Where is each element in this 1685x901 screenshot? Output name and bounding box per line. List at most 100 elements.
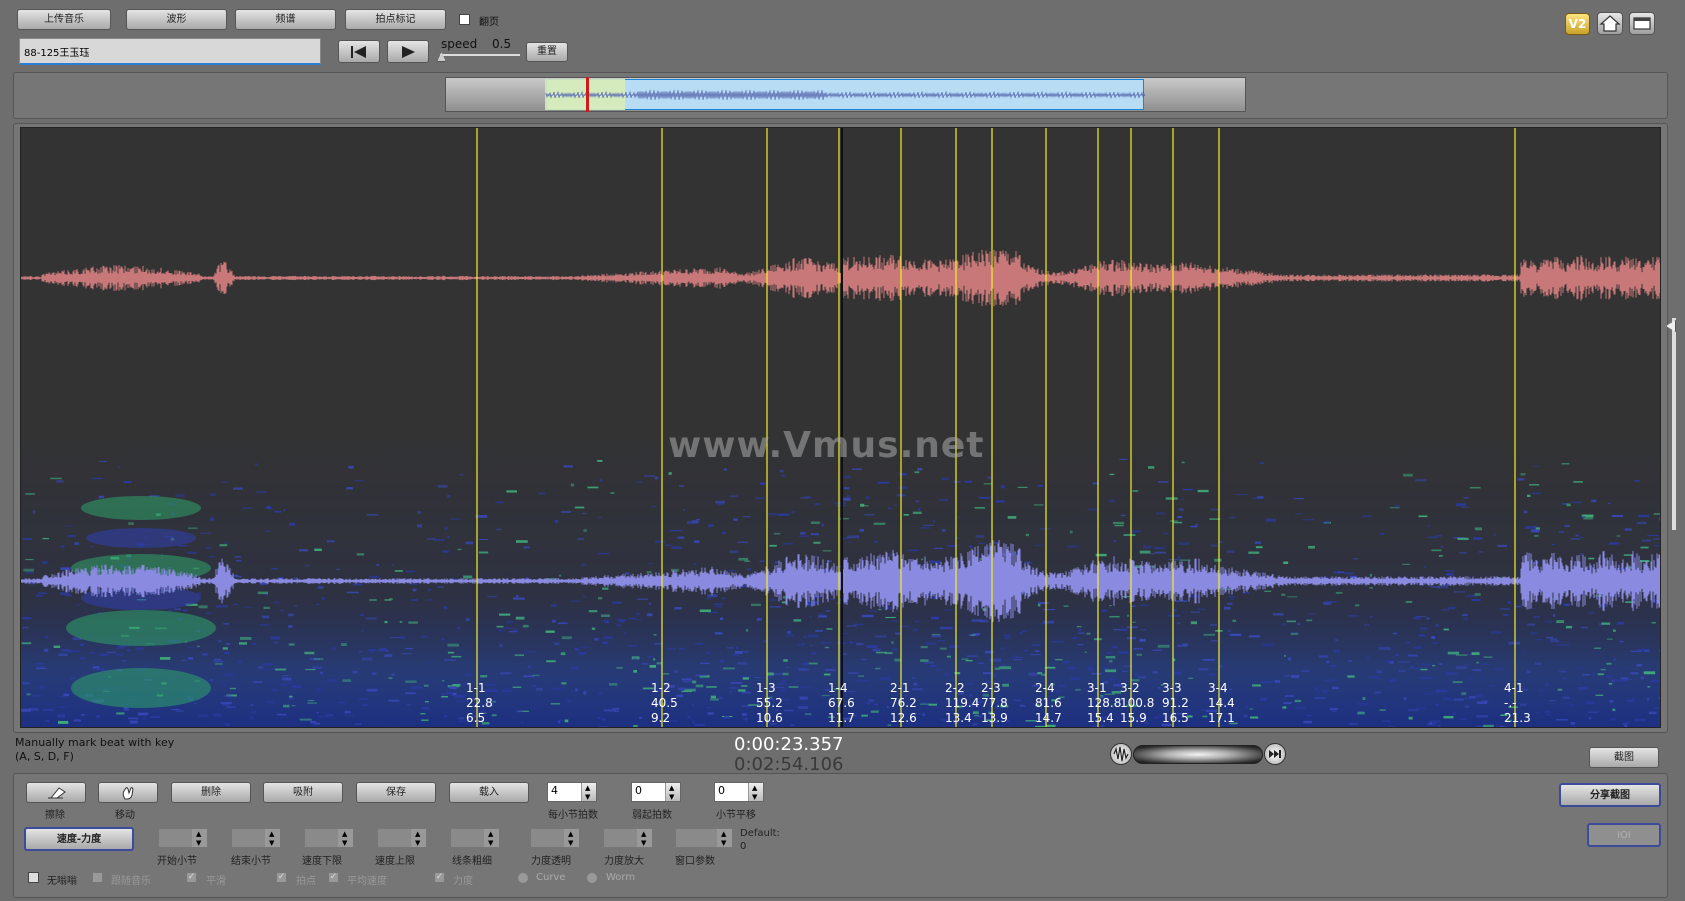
- pickup-beats-value: 0: [635, 784, 642, 797]
- beat-time: 6.5: [466, 711, 486, 725]
- page-turn-checkbox[interactable]: [459, 14, 470, 25]
- beat-marker-label: 3-3 91.2 16.5: [1162, 681, 1189, 726]
- save-button[interactable]: 保存: [356, 782, 436, 803]
- beat-tempo: 100.8: [1120, 696, 1155, 710]
- no-buzz-label: 无嗡嗡: [47, 876, 77, 887]
- beat-tempo: 40.5: [651, 696, 678, 710]
- overview-playhead[interactable]: [585, 77, 589, 112]
- beat-tempo: 119.4: [945, 696, 980, 710]
- beat-time: 15.9: [1120, 711, 1147, 725]
- dynamics-label: 力度: [453, 876, 473, 887]
- start-bar-label: 开始小节: [157, 856, 197, 867]
- version-badge[interactable]: V2: [1565, 13, 1590, 35]
- beat-marker-label: 1-4 67.6 11.7: [828, 681, 855, 726]
- beat-marker-label: 1-3 55.2 10.6: [756, 681, 783, 726]
- snap-button[interactable]: 吸附: [263, 782, 343, 803]
- window-param-label: 窗口参数: [675, 856, 715, 867]
- avg-tempo-label: 平均速度: [347, 876, 387, 887]
- dynamics-scale-stepper: ▲ ▼: [603, 828, 653, 848]
- speed-label: speed: [441, 37, 478, 51]
- tempo-dynamics-button[interactable]: 速度-力度: [24, 827, 134, 851]
- waveform-zoom-icon[interactable]: [1110, 743, 1132, 765]
- hint-line-1: Manually mark beat with key: [15, 736, 175, 749]
- beats-per-bar-value: 4: [551, 784, 558, 797]
- delete-button[interactable]: 删除: [171, 782, 251, 803]
- no-buzz-checkbox[interactable]: [28, 872, 39, 883]
- beat-time: 17.1: [1208, 711, 1235, 725]
- beat-label: 2-4: [1035, 681, 1055, 695]
- beat-tempo: 67.6: [828, 696, 855, 710]
- beat-label: 3-1: [1087, 681, 1107, 695]
- spectrum-button[interactable]: 频谱: [235, 9, 336, 30]
- beat-marker-label: 3-2 100.8 15.9: [1120, 681, 1154, 726]
- beats-per-bar-stepper[interactable]: 4 ▲ ▼: [547, 782, 597, 802]
- move-label: 移动: [115, 810, 135, 821]
- beat-label: 3-2: [1120, 681, 1140, 695]
- bar-offset-stepper[interactable]: 0 ▲ ▼: [714, 782, 764, 802]
- play-icon: [402, 46, 415, 58]
- beat-label: 3-4: [1208, 681, 1228, 695]
- bar-offset-label: 小节平移: [716, 810, 756, 821]
- fast-forward-icon[interactable]: [1264, 743, 1286, 765]
- beat-marker-label: 3-4 14.4 17.1: [1208, 681, 1235, 726]
- dynamics-opacity-stepper: ▲ ▼: [530, 828, 580, 848]
- erase-button[interactable]: [26, 782, 86, 803]
- share-screenshot-button[interactable]: 分享截图: [1559, 783, 1661, 807]
- disabled-action-button: IOI: [1587, 823, 1661, 847]
- waveform-button[interactable]: 波形: [126, 9, 227, 30]
- current-time: 0:00:23.357: [734, 734, 844, 755]
- erase-label: 擦除: [45, 810, 65, 821]
- load-button[interactable]: 载入: [449, 782, 529, 803]
- default-value: 0: [740, 841, 747, 852]
- worm-label: Worm: [606, 872, 636, 883]
- window-button[interactable]: [1629, 12, 1655, 35]
- beat-time: 13.9: [981, 711, 1008, 725]
- screenshot-button[interactable]: 截图: [1589, 747, 1659, 768]
- vertical-scrollbar[interactable]: [1672, 318, 1676, 530]
- beat-tempo: 91.2: [1162, 696, 1189, 710]
- jog-slider[interactable]: [1133, 745, 1263, 764]
- curve-radio: [517, 872, 529, 884]
- total-time: 0:02:54.106: [734, 754, 844, 775]
- speed-slider-track[interactable]: [440, 54, 520, 56]
- beat-time: 14.7: [1035, 711, 1062, 725]
- beat-tempo: 55.2: [756, 696, 783, 710]
- beat-tempo: -.-: [1504, 696, 1517, 710]
- beat-time: 16.5: [1162, 711, 1189, 725]
- line-width-label: 线条粗细: [452, 856, 492, 867]
- start-bar-stepper: ▲ ▼: [158, 828, 208, 848]
- beat-time: 21.3: [1504, 711, 1531, 725]
- beat-point-label: 拍点: [296, 876, 316, 887]
- end-bar-stepper: ▲ ▼: [231, 828, 281, 848]
- follow-music-label: 跟随音乐: [111, 876, 151, 887]
- home-button[interactable]: [1597, 12, 1623, 35]
- dynamics-checkbox: ✓: [434, 872, 445, 883]
- upload-music-button[interactable]: 上传音乐: [17, 9, 111, 30]
- play-button[interactable]: [387, 40, 429, 63]
- beat-marker-label: 2-4 81.6 14.7: [1035, 681, 1062, 726]
- beat-tempo: 77.8: [981, 696, 1008, 710]
- track-name-field[interactable]: 88-125王玉珏: [19, 38, 321, 65]
- beat-marker-label: 2-3 77.8 13.9: [981, 681, 1008, 726]
- speed-value: 0.5: [492, 37, 512, 51]
- pickup-beats-stepper[interactable]: 0 ▲ ▼: [631, 782, 681, 802]
- overview-track[interactable]: [445, 77, 1246, 112]
- beat-mark-button[interactable]: 拍点标记: [345, 9, 446, 30]
- beat-marker-label: 1-2 40.5 9.2: [651, 681, 678, 726]
- follow-music-checkbox: [92, 872, 103, 883]
- dynamics-opacity-label: 力度透明: [531, 856, 571, 867]
- smooth-label: 平滑: [206, 876, 226, 887]
- beat-tempo: 76.2: [890, 696, 917, 710]
- beat-marker-label: 4-1 -.- 21.3: [1504, 681, 1531, 726]
- move-button[interactable]: [98, 782, 158, 803]
- beat-time: 13.4: [945, 711, 972, 725]
- beats-per-bar-label: 每小节拍数: [548, 810, 598, 821]
- reset-speed-button[interactable]: 重置: [526, 42, 568, 62]
- curve-label: Curve: [536, 872, 566, 883]
- eraser-icon: [48, 787, 66, 799]
- smooth-checkbox: ✓: [186, 872, 197, 883]
- spectrogram-canvas[interactable]: www.Vmus.net 1-1 22.8 6.5 1-2 40.5 9.2 1-3 55.2…: [20, 127, 1661, 728]
- skip-to-start-button[interactable]: [338, 40, 380, 63]
- hand-icon: [122, 787, 134, 800]
- line-width-stepper: ▲ ▼: [450, 828, 500, 848]
